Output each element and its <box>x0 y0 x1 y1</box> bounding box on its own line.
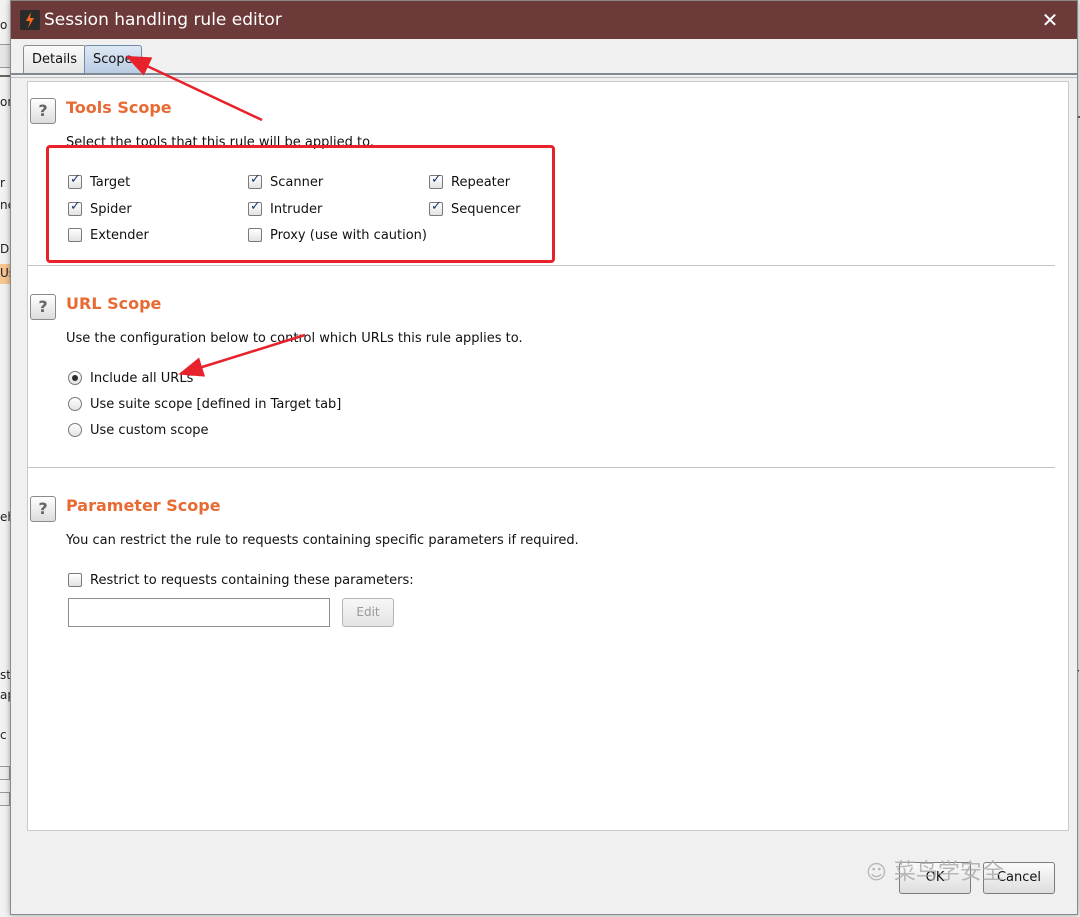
restrict-parameters-checkbox[interactable]: Restrict to requests containing these pa… <box>68 570 414 590</box>
parameter-scope-title: Parameter Scope <box>66 496 221 515</box>
tab-underline-secondary <box>11 77 1077 78</box>
radio-icon[interactable] <box>68 371 82 385</box>
restrict-label: Restrict to requests containing these pa… <box>90 572 414 588</box>
tab-details[interactable]: Details <box>23 45 87 74</box>
edit-button[interactable]: Edit <box>342 598 394 627</box>
section-divider <box>28 467 1055 468</box>
radio-label: Include all URLs <box>90 370 194 386</box>
radio-custom-scope[interactable]: Use custom scope <box>68 420 209 440</box>
tab-strip: Details Scope <box>11 39 1077 75</box>
background-app-fragment: o <box>0 18 8 32</box>
section-divider <box>28 265 1055 266</box>
radio-label: Use suite scope [defined in Target tab] <box>90 396 342 412</box>
parameters-input[interactable] <box>68 598 330 627</box>
dialog-title: Session handling rule editor <box>44 10 282 30</box>
watermark-label: 菜鸟学安全 <box>893 860 1004 885</box>
url-scope-description: Use the configuration below to control w… <box>66 331 523 346</box>
scope-panel: ? Tools Scope Select the tools that this… <box>27 81 1069 831</box>
radio-suite-scope[interactable]: Use suite scope [defined in Target tab] <box>68 394 341 414</box>
url-scope-title: URL Scope <box>66 294 162 313</box>
watermark-text: ☺ 菜鸟学安全 <box>866 854 1004 886</box>
parameter-scope-description: You can restrict the rule to requests co… <box>66 533 579 548</box>
session-rule-editor-dialog: Session handling rule editor ✕ Details S… <box>10 0 1078 915</box>
background-app-fragment: c <box>0 728 7 742</box>
background-app-fragment: r <box>0 176 5 190</box>
tools-scope-title: Tools Scope <box>66 98 172 117</box>
background-checkbox <box>0 792 10 806</box>
parameter-scope-help-icon[interactable]: ? <box>30 496 56 522</box>
tab-underline <box>11 73 1077 75</box>
burp-app-icon <box>20 10 40 30</box>
url-scope-help-icon[interactable]: ? <box>30 294 56 320</box>
title-bar[interactable]: Session handling rule editor ✕ <box>11 1 1077 39</box>
tab-scope[interactable]: Scope <box>84 45 142 74</box>
checkbox-icon[interactable] <box>68 573 82 587</box>
tools-scope-help-icon[interactable]: ? <box>30 98 56 124</box>
radio-icon[interactable] <box>68 397 82 411</box>
annotation-highlight-box <box>46 145 555 263</box>
close-icon[interactable]: ✕ <box>1037 7 1063 33</box>
background-checkbox <box>0 766 10 780</box>
radio-icon[interactable] <box>68 423 82 437</box>
radio-include-all-urls[interactable]: Include all URLs <box>68 368 193 388</box>
wechat-icon: ☺ <box>866 860 887 884</box>
background-divider <box>0 75 10 77</box>
radio-label: Use custom scope <box>90 422 209 438</box>
